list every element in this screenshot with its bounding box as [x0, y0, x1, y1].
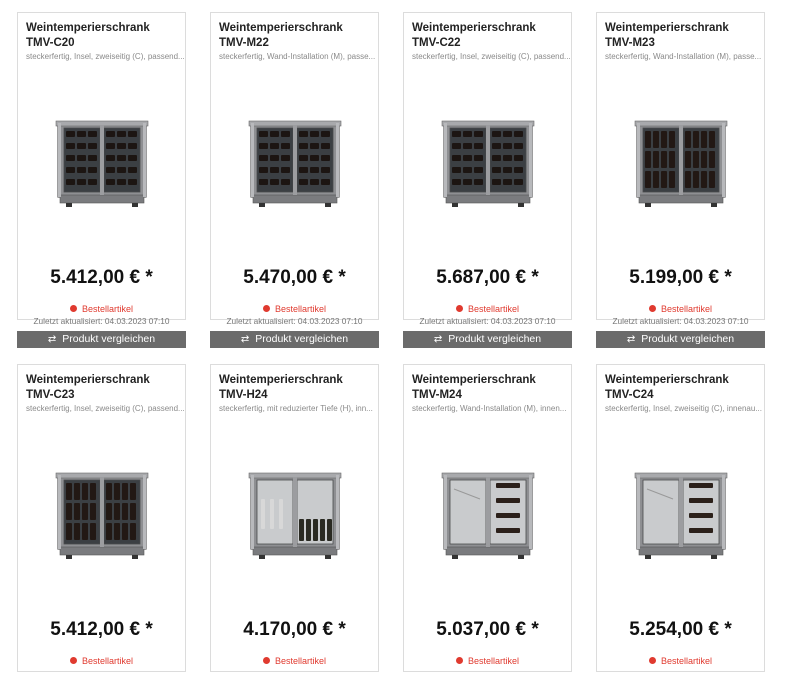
- red-dot-icon: [69, 657, 77, 664]
- product-title[interactable]: Weintemperierschrank TMV-C23: [26, 373, 178, 403]
- product-price: 5.254,00 € *: [629, 619, 732, 640]
- product-image[interactable]: [247, 469, 343, 561]
- product-description: steckerfertig, mit reduzierter Tiefe (H)…: [219, 404, 373, 413]
- product-image[interactable]: [440, 469, 536, 561]
- product-title[interactable]: Weintemperierschrank TMV-C20: [26, 21, 178, 51]
- product-card[interactable]: Weintemperierschrank TMV-C22 steckerferti…: [403, 12, 572, 348]
- product-card[interactable]: Weintemperierschrank TMV-H24 steckerferti…: [210, 364, 379, 672]
- product-price: 4.170,00 € *: [243, 619, 346, 640]
- red-dot-icon: [648, 305, 656, 312]
- product-description: steckerfertig, Insel, zweiseitig (C), pa…: [412, 52, 571, 61]
- availability-status: Bestellartikel: [597, 304, 764, 314]
- product-price: 5.687,00 € *: [436, 267, 539, 288]
- product-card[interactable]: Weintemperierschrank TMV-M22 steckerferti…: [210, 12, 379, 348]
- red-dot-icon: [455, 657, 463, 664]
- product-card[interactable]: Weintemperierschrank TMV-C20 steckerferti…: [17, 12, 186, 348]
- product-description: steckerfertig, Wand-Installation (M), pa…: [605, 52, 762, 61]
- red-dot-icon: [262, 305, 270, 312]
- product-title[interactable]: Weintemperierschrank TMV-M22: [219, 21, 371, 51]
- product-title[interactable]: Weintemperierschrank TMV-M24: [412, 373, 564, 403]
- product-title[interactable]: Weintemperierschrank TMV-M23: [605, 21, 757, 51]
- availability-status: Bestellartikel: [404, 304, 571, 314]
- availability-status: Bestellartikel: [211, 656, 378, 666]
- compare-button[interactable]: ⇄ Produkt vergleichen: [596, 331, 765, 348]
- compare-arrows-icon: ⇄: [47, 334, 57, 345]
- product-description: steckerfertig, Wand-Installation (M), pa…: [219, 52, 376, 61]
- last-updated: Zuletzt aktualisiert: 04.03.2023 07:10: [419, 316, 556, 326]
- product-card[interactable]: Weintemperierschrank TMV-M24 steckerferti…: [403, 364, 572, 672]
- compare-arrows-icon: ⇄: [240, 334, 250, 345]
- product-description: steckerfertig, Insel, zweiseitig (C), pa…: [26, 52, 185, 61]
- availability-status: Bestellartikel: [404, 656, 571, 666]
- product-title[interactable]: Weintemperierschrank TMV-C22: [412, 21, 564, 51]
- product-card[interactable]: Weintemperierschrank TMV-C24 steckerferti…: [596, 364, 765, 672]
- red-dot-icon: [648, 657, 656, 664]
- compare-button[interactable]: ⇄ Produkt vergleichen: [17, 331, 186, 348]
- compare-arrows-icon: ⇄: [626, 334, 636, 345]
- product-image[interactable]: [54, 469, 150, 561]
- product-card[interactable]: Weintemperierschrank TMV-M23 steckerferti…: [596, 12, 765, 348]
- product-description: steckerfertig, Wand-Installation (M), in…: [412, 404, 567, 413]
- availability-status: Bestellartikel: [18, 656, 185, 666]
- availability-status: Bestellartikel: [18, 304, 185, 314]
- product-image[interactable]: [247, 117, 343, 209]
- compare-button[interactable]: ⇄ Produkt vergleichen: [403, 331, 572, 348]
- red-dot-icon: [262, 657, 270, 664]
- product-price: 5.470,00 € *: [243, 267, 346, 288]
- compare-arrows-icon: ⇄: [433, 334, 443, 345]
- product-description: steckerfertig, Insel, zweiseitig (C), pa…: [26, 404, 185, 413]
- product-image[interactable]: [633, 469, 729, 561]
- compare-button[interactable]: ⇄ Produkt vergleichen: [210, 331, 379, 348]
- product-price: 5.037,00 € *: [436, 619, 539, 640]
- product-card[interactable]: Weintemperierschrank TMV-C23 steckerferti…: [17, 364, 186, 672]
- availability-status: Bestellartikel: [597, 656, 764, 666]
- last-updated: Zuletzt aktualisiert: 04.03.2023 07:10: [226, 316, 363, 326]
- red-dot-icon: [69, 305, 77, 312]
- product-image[interactable]: [440, 117, 536, 209]
- product-title[interactable]: Weintemperierschrank TMV-C24: [605, 373, 757, 403]
- product-image[interactable]: [54, 117, 150, 209]
- availability-status: Bestellartikel: [211, 304, 378, 314]
- product-title[interactable]: Weintemperierschrank TMV-H24: [219, 373, 371, 403]
- last-updated: Zuletzt aktualisiert: 04.03.2023 07:10: [612, 316, 749, 326]
- product-price: 5.412,00 € *: [50, 619, 153, 640]
- product-price: 5.199,00 € *: [629, 267, 732, 288]
- red-dot-icon: [455, 305, 463, 312]
- last-updated: Zuletzt aktualisiert: 04.03.2023 07:10: [33, 316, 170, 326]
- product-image[interactable]: [633, 117, 729, 209]
- product-description: steckerfertig, Insel, zweiseitig (C), in…: [605, 404, 762, 413]
- product-price: 5.412,00 € *: [50, 267, 153, 288]
